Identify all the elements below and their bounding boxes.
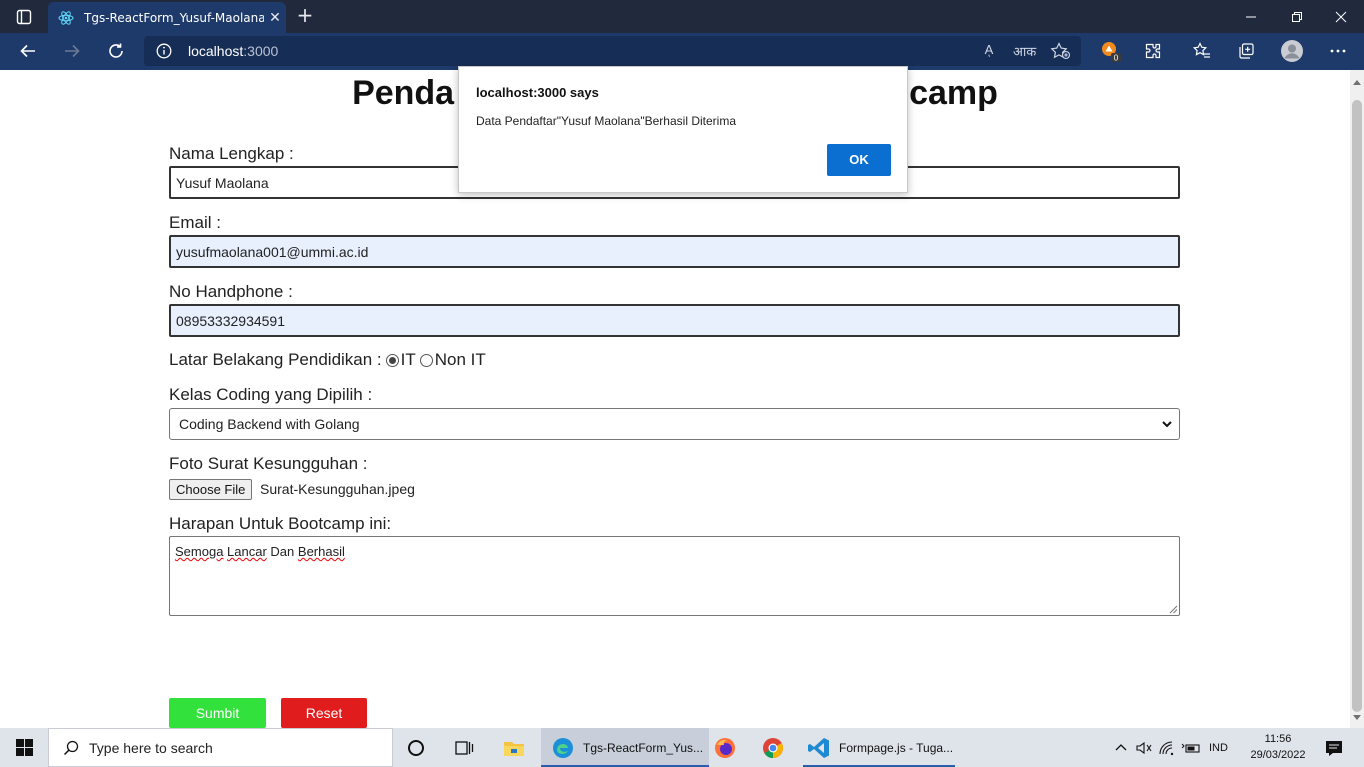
- restore-icon[interactable]: [1274, 0, 1320, 33]
- forward-icon[interactable]: [57, 37, 87, 65]
- hope-word: Berhasil: [297, 544, 345, 559]
- browser-title-bar: Tgs-ReactForm_Yusuf-Maolana ✕ +: [0, 0, 1364, 33]
- close-window-icon[interactable]: [1318, 0, 1364, 33]
- mic-muted-icon[interactable]: [1135, 740, 1153, 756]
- back-icon[interactable]: [13, 37, 43, 65]
- page-scrollbar[interactable]: [1350, 70, 1364, 728]
- dialog-message: Data Pendaftar"Yusuf Maolana"Berhasil Di…: [476, 114, 736, 128]
- class-label: Kelas Coding yang Dipilih :: [169, 385, 373, 404]
- site-info-icon[interactable]: [156, 43, 172, 59]
- more-options-icon[interactable]: [1323, 37, 1353, 65]
- alert-dialog: localhost:3000 says Data Pendaftar"Yusuf…: [458, 66, 908, 193]
- phone-input[interactable]: 08953332934591: [169, 304, 1180, 337]
- tab-close-icon[interactable]: ✕: [264, 10, 286, 26]
- profile-avatar[interactable]: [1277, 37, 1307, 65]
- translate-icon[interactable]: आक: [1013, 42, 1036, 60]
- hope-word: Semoga: [175, 544, 224, 559]
- refresh-icon[interactable]: [101, 37, 131, 65]
- chevron-down-icon: [1162, 421, 1172, 428]
- file-explorer-icon[interactable]: [502, 736, 526, 760]
- email-input[interactable]: yusufmaolana001@ummi.ac.id: [169, 235, 1180, 268]
- resize-grip-icon[interactable]: [1168, 604, 1178, 614]
- notification-icon[interactable]: [1322, 736, 1346, 760]
- edge-app-label: Tgs-ReactForm_Yus...: [583, 740, 704, 755]
- react-icon: [58, 10, 74, 25]
- tab-actions-icon: [16, 9, 32, 25]
- hope-word: Lancar: [227, 544, 267, 559]
- hope-textarea[interactable]: Semoga Lancar Dan Berhasil: [169, 536, 1180, 616]
- file-name: Surat-Kesungguhan.jpeg: [260, 481, 415, 497]
- reset-button[interactable]: Reset: [281, 698, 367, 728]
- language-indicator[interactable]: IND: [1209, 742, 1228, 754]
- vscode-icon: [808, 737, 829, 758]
- ok-button[interactable]: OK: [827, 144, 891, 176]
- class-select[interactable]: Coding Backend with Golang: [169, 408, 1180, 440]
- scroll-down-icon[interactable]: [1353, 715, 1361, 720]
- class-select-value: Coding Backend with Golang: [179, 416, 360, 432]
- minimize-icon[interactable]: [1228, 0, 1274, 33]
- name-label: Nama Lengkap :: [169, 144, 294, 163]
- education-radio-group: Latar Belakang Pendidikan : IT Non IT: [169, 350, 486, 370]
- windows-logo-icon: [15, 739, 33, 756]
- choose-file-button[interactable]: Choose File: [169, 479, 253, 500]
- url-text[interactable]: localhost:3000: [188, 43, 278, 59]
- search-placeholder: Type here to search: [89, 739, 213, 756]
- read-aloud-icon[interactable]: Aͅ: [978, 42, 1000, 60]
- cortana-icon[interactable]: [404, 736, 428, 760]
- search-icon: [63, 740, 79, 755]
- submit-button[interactable]: Sumbit: [169, 698, 266, 728]
- scroll-up-icon[interactable]: [1353, 80, 1361, 85]
- chrome-icon[interactable]: [761, 736, 785, 760]
- radio-it[interactable]: [385, 353, 399, 367]
- scrollbar-thumb[interactable]: [1352, 100, 1362, 712]
- system-tray: IND: [1113, 728, 1228, 767]
- email-label: Email :: [169, 213, 221, 232]
- wifi-icon[interactable]: [1159, 740, 1177, 756]
- start-button[interactable]: [0, 728, 48, 767]
- edge-icon: [553, 737, 573, 758]
- radio-non-it-label: Non IT: [434, 350, 486, 369]
- new-tab-icon[interactable]: +: [294, 4, 316, 26]
- extensions-icon[interactable]: [1138, 37, 1168, 65]
- education-label: Latar Belakang Pendidikan :: [169, 350, 382, 369]
- dialog-title: localhost:3000 says: [476, 85, 599, 100]
- collections-icon[interactable]: [1231, 37, 1261, 65]
- phone-label: No Handphone :: [169, 282, 293, 301]
- clock[interactable]: 11:56 29/03/2022: [1246, 731, 1310, 763]
- taskbar-search[interactable]: Type here to search: [48, 728, 393, 767]
- hope-label: Harapan Untuk Bootcamp ini:: [169, 514, 392, 533]
- tab-title: Tgs-ReactForm_Yusuf-Maolana: [84, 10, 264, 25]
- battery-icon[interactable]: [1181, 740, 1201, 756]
- favorites-icon[interactable]: [1187, 37, 1217, 65]
- browser-toolbar: localhost:3000 Aͅ आक 0: [0, 33, 1364, 70]
- extension-badge-icon[interactable]: 0: [1095, 37, 1125, 65]
- address-bar[interactable]: localhost:3000 Aͅ आक: [144, 36, 1081, 66]
- svg-text:0: 0: [1114, 54, 1119, 63]
- hope-word: Dan: [270, 544, 295, 559]
- chevron-up-icon[interactable]: [1113, 740, 1129, 756]
- tab-actions-button[interactable]: [8, 5, 40, 29]
- browser-tab[interactable]: Tgs-ReactForm_Yusuf-Maolana ✕: [48, 2, 286, 33]
- add-favorite-icon[interactable]: [1050, 42, 1072, 60]
- photo-label: Foto Surat Kesungguhan :: [169, 454, 368, 473]
- radio-it-label: IT: [400, 350, 416, 369]
- vscode-app-label: Formpage.js - Tuga...: [839, 740, 954, 755]
- clock-time: 11:56: [1264, 733, 1292, 745]
- task-view-icon[interactable]: [452, 736, 476, 760]
- radio-non-it[interactable]: [419, 353, 433, 367]
- taskbar-app-vscode[interactable]: Formpage.js - Tuga...: [803, 728, 955, 767]
- taskbar-app-edge[interactable]: Tgs-ReactForm_Yus...: [541, 728, 709, 767]
- windows-taskbar: Type here to search Tgs-ReactForm_Yus...…: [0, 728, 1364, 767]
- firefox-icon[interactable]: [713, 736, 737, 760]
- clock-date: 29/03/2022: [1250, 749, 1306, 761]
